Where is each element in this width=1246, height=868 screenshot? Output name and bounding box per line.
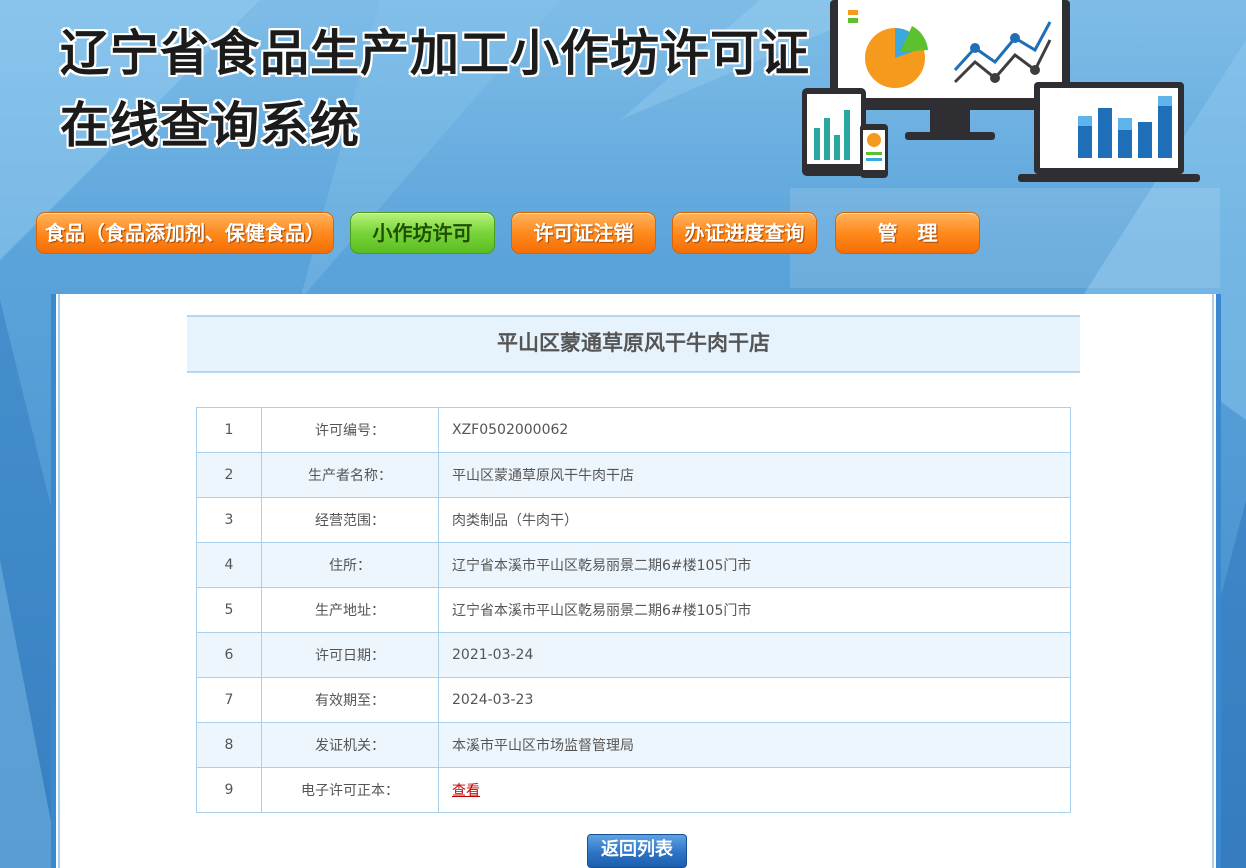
row-label: 发证机关： — [261, 722, 439, 768]
table-row: 4 住所： 辽宁省本溪市平山区乾易丽景二期6#楼105门市 — [196, 542, 1071, 588]
row-label: 经营范围： — [261, 497, 439, 543]
row-value: 辽宁省本溪市平山区乾易丽景二期6#楼105门市 — [438, 587, 1071, 633]
row-value-cell: 查看 — [438, 767, 1071, 813]
row-label: 生产地址： — [261, 587, 439, 633]
row-index: 3 — [196, 497, 262, 543]
row-value: 本溪市平山区市场监督管理局 — [438, 722, 1071, 768]
shop-name-heading: 平山区蒙通草原风干牛肉干店 — [187, 315, 1080, 373]
nav-admin-button[interactable]: 管 理 — [835, 212, 980, 254]
table-row: 9 电子许可正本： 查看 — [196, 767, 1071, 813]
row-index: 2 — [196, 452, 262, 498]
nav-food-button[interactable]: 食品（食品添加剂、保健食品） — [36, 212, 334, 254]
row-label: 有效期至： — [261, 677, 439, 723]
table-row: 6 许可日期： 2021-03-24 — [196, 632, 1071, 678]
row-label: 生产者名称： — [261, 452, 439, 498]
nav-progress-query-button[interactable]: 办证进度查询 — [672, 212, 817, 254]
row-value: 肉类制品（牛肉干） — [438, 497, 1071, 543]
main-nav: 食品（食品添加剂、保健食品） 小作坊许可 许可证注销 办证进度查询 管 理 — [0, 212, 1246, 254]
row-index: 7 — [196, 677, 262, 723]
table-row: 7 有效期至： 2024-03-23 — [196, 677, 1071, 723]
row-index: 6 — [196, 632, 262, 678]
row-index: 1 — [196, 407, 262, 453]
row-value: 2024-03-23 — [438, 677, 1071, 723]
site-title-line1: 辽宁省食品生产加工小作坊许可证 — [60, 25, 811, 82]
row-value: 平山区蒙通草原风干牛肉干店 — [438, 452, 1071, 498]
nav-workshop-license-button[interactable]: 小作坊许可 — [350, 212, 495, 254]
row-index: 5 — [196, 587, 262, 633]
row-label: 许可日期： — [261, 632, 439, 678]
row-value: 2021-03-24 — [438, 632, 1071, 678]
content-panel: 平山区蒙通草原风干牛肉干店 1 许可编号： XZF0502000062 2 生产… — [51, 294, 1221, 868]
row-label: 许可编号： — [261, 407, 439, 453]
row-value: XZF0502000062 — [438, 407, 1071, 453]
table-row: 1 许可编号： XZF0502000062 — [196, 407, 1071, 453]
view-license-link[interactable]: 查看 — [452, 783, 480, 799]
license-info-table: 1 许可编号： XZF0502000062 2 生产者名称： 平山区蒙通草原风干… — [196, 407, 1071, 813]
row-value: 辽宁省本溪市平山区乾易丽景二期6#楼105门市 — [438, 542, 1071, 588]
row-label: 住所： — [261, 542, 439, 588]
back-to-list-button[interactable]: 返回列表 — [587, 834, 687, 868]
table-row: 3 经营范围： 肉类制品（牛肉干） — [196, 497, 1071, 543]
site-title-line2: 在线查询系统 — [60, 97, 361, 154]
row-index: 8 — [196, 722, 262, 768]
table-row: 5 生产地址： 辽宁省本溪市平山区乾易丽景二期6#楼105门市 — [196, 587, 1071, 633]
table-row: 2 生产者名称： 平山区蒙通草原风干牛肉干店 — [196, 452, 1071, 498]
row-label: 电子许可正本： — [261, 767, 439, 813]
nav-license-cancel-button[interactable]: 许可证注销 — [511, 212, 656, 254]
row-index: 9 — [196, 767, 262, 813]
table-row: 8 发证机关： 本溪市平山区市场监督管理局 — [196, 722, 1071, 768]
row-index: 4 — [196, 542, 262, 588]
